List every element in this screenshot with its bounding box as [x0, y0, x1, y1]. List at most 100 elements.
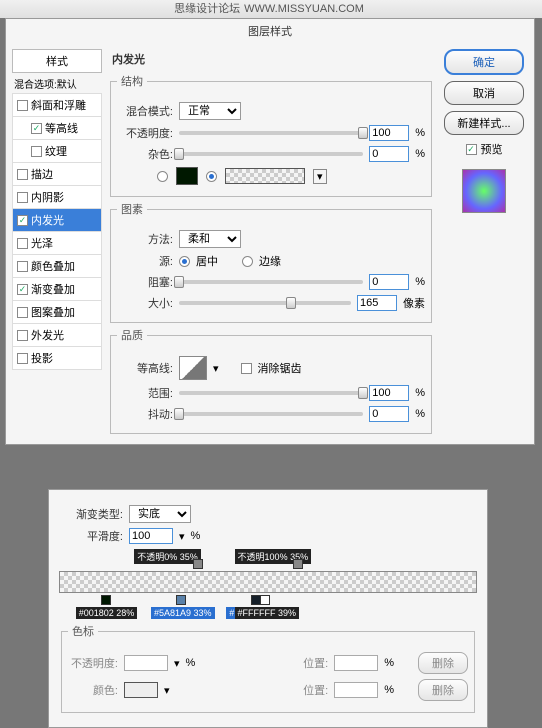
pct: %	[384, 657, 394, 669]
antialias-checkbox[interactable]	[241, 363, 252, 374]
jitter-label: 抖动:	[117, 406, 173, 422]
contour-picker[interactable]	[179, 356, 207, 380]
color-stop-label: #001802 28%	[76, 607, 138, 619]
range-input[interactable]	[369, 385, 409, 401]
color-stop-label: #FFFFFF 39%	[235, 607, 300, 619]
blend-mode-select[interactable]: 正常	[179, 102, 241, 120]
checkbox-icon[interactable]	[17, 261, 28, 272]
sidebar-item-label: 外发光	[31, 327, 64, 343]
dropdown-icon[interactable]: ▾	[313, 169, 327, 184]
styles-header[interactable]: 样式	[12, 49, 102, 73]
stop-opacity-label: 不透明度:	[68, 655, 118, 671]
sidebar-item[interactable]: 纹理	[12, 139, 102, 163]
checkbox-icon[interactable]	[17, 169, 28, 180]
sidebar-item[interactable]: 图案叠加	[12, 300, 102, 324]
sidebar-item[interactable]: ✓内发光	[12, 208, 102, 232]
sidebar-item[interactable]: 颜色叠加	[12, 254, 102, 278]
checkbox-icon[interactable]	[31, 146, 42, 157]
stop-color-label: 颜色:	[68, 682, 118, 698]
pct: %	[415, 408, 425, 420]
sidebar-item[interactable]: ✓等高线	[12, 116, 102, 140]
sidebar-item[interactable]: 投影	[12, 346, 102, 370]
solid-color-radio[interactable]	[157, 171, 168, 182]
color-stop-marker[interactable]	[101, 595, 111, 605]
checkbox-icon[interactable]	[17, 353, 28, 364]
sidebar-item-label: 内发光	[31, 212, 64, 228]
cancel-button[interactable]: 取消	[444, 81, 524, 105]
stop-position-input[interactable]	[334, 655, 378, 671]
noise-input[interactable]	[369, 146, 409, 162]
sidebar-item-label: 斜面和浮雕	[31, 97, 86, 113]
sidebar-item[interactable]: 描边	[12, 162, 102, 186]
dropdown-icon[interactable]: ▾	[164, 684, 170, 697]
sidebar-item[interactable]: 光泽	[12, 231, 102, 255]
jitter-slider[interactable]	[179, 412, 363, 416]
elements-legend: 图素	[117, 201, 147, 217]
source-center-radio[interactable]	[179, 256, 190, 267]
opacity-input[interactable]	[369, 125, 409, 141]
size-slider[interactable]	[179, 301, 351, 305]
checkbox-icon[interactable]	[17, 307, 28, 318]
dropdown-icon[interactable]: ▾	[174, 657, 180, 670]
checkbox-icon[interactable]: ✓	[31, 123, 42, 134]
pct: %	[384, 684, 394, 696]
opacity-slider[interactable]	[179, 131, 363, 135]
structure-legend: 结构	[117, 73, 147, 89]
opacity-stop-label: 不透明0% 35%	[134, 549, 201, 564]
checkbox-icon[interactable]	[17, 330, 28, 341]
sidebar-item[interactable]: 斜面和浮雕	[12, 93, 102, 117]
preview-checkbox[interactable]: ✓	[466, 144, 477, 155]
checkbox-icon[interactable]	[17, 192, 28, 203]
jitter-input[interactable]	[369, 406, 409, 422]
color-swatch[interactable]	[176, 167, 198, 185]
checkbox-icon[interactable]: ✓	[17, 284, 28, 295]
delete-button[interactable]: 删除	[418, 652, 468, 674]
color-stop-marker[interactable]	[176, 595, 186, 605]
pct: %	[415, 276, 425, 288]
stop-position-input[interactable]	[334, 682, 378, 698]
gradient-bar[interactable]	[59, 571, 477, 593]
new-style-button[interactable]: 新建样式...	[444, 111, 524, 135]
contour-label: 等高线:	[117, 360, 173, 376]
ok-button[interactable]: 确定	[444, 49, 524, 75]
source-edge-radio[interactable]	[242, 256, 253, 267]
range-slider[interactable]	[179, 391, 363, 395]
sidebar-item[interactable]: 外发光	[12, 323, 102, 347]
stop-position-label: 位置:	[278, 682, 328, 698]
gradient-swatch[interactable]	[225, 168, 305, 184]
sidebar-item-label: 描边	[31, 166, 53, 182]
sidebar-item-label: 颜色叠加	[31, 258, 75, 274]
dropdown-icon[interactable]: ▾	[179, 530, 185, 543]
blend-mode-label: 混合模式:	[117, 103, 173, 119]
delete-button[interactable]: 删除	[418, 679, 468, 701]
px-unit: 像素	[403, 295, 425, 311]
dropdown-icon[interactable]: ▾	[213, 362, 219, 375]
right-buttons: 确定 取消 新建样式... ✓ 预览	[440, 49, 528, 438]
noise-slider[interactable]	[179, 152, 363, 156]
preview-swatch	[462, 169, 506, 213]
gradient-radio[interactable]	[206, 171, 217, 182]
stop-color-swatch[interactable]	[124, 682, 158, 698]
technique-label: 方法:	[117, 231, 173, 247]
size-input[interactable]	[357, 295, 397, 311]
gradient-type-select[interactable]: 实底	[129, 505, 191, 523]
choke-slider[interactable]	[179, 280, 363, 284]
center-label: 居中	[196, 253, 218, 269]
technique-select[interactable]: 柔和	[179, 230, 241, 248]
blend-options[interactable]: 混合选项:默认	[12, 73, 102, 94]
checkbox-icon[interactable]	[17, 100, 28, 111]
opacity-stop-marker[interactable]	[293, 559, 303, 569]
smoothness-label: 平滑度:	[59, 528, 123, 544]
checkbox-icon[interactable]: ✓	[17, 215, 28, 226]
quality-legend: 品质	[117, 327, 147, 343]
choke-input[interactable]	[369, 274, 409, 290]
color-stop-marker[interactable]	[260, 595, 270, 605]
sidebar-item[interactable]: ✓渐变叠加	[12, 277, 102, 301]
stop-opacity-input[interactable]	[124, 655, 168, 671]
checkbox-icon[interactable]	[17, 238, 28, 249]
gradient-editor: 渐变类型: 实底 平滑度: ▾ % 不透明0% 35%不透明100% 35% #…	[48, 489, 488, 728]
sidebar-item[interactable]: 内阴影	[12, 185, 102, 209]
opacity-stop-marker[interactable]	[193, 559, 203, 569]
smoothness-input[interactable]	[129, 528, 173, 544]
size-label: 大小:	[117, 295, 173, 311]
